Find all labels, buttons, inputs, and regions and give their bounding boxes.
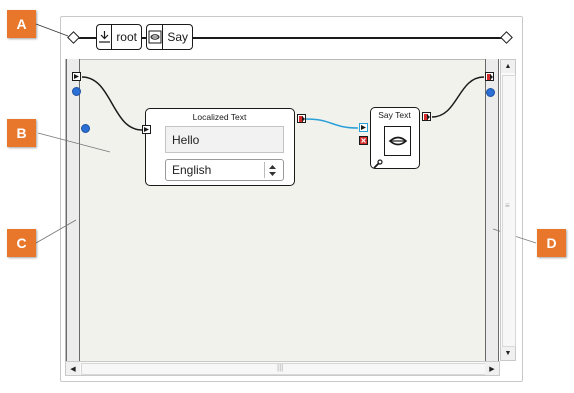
horizontal-scroll-thumb[interactable]: ||| <box>81 363 486 375</box>
input-to-localized-link <box>81 76 143 131</box>
say-text-onstop-port[interactable] <box>359 136 368 145</box>
scroll-left-button[interactable]: ◀ <box>66 362 80 375</box>
vertical-scrollbar[interactable]: ▲ ≡ ▼ <box>500 59 516 361</box>
callout-d: D <box>537 229 566 257</box>
scroll-right-button[interactable]: ▶ <box>485 362 499 375</box>
localized-text-box[interactable]: Localized Text Hello English <box>145 108 295 186</box>
callout-a-leader <box>35 23 69 37</box>
add-output-icon[interactable] <box>486 88 495 97</box>
callout-a: A <box>7 10 36 38</box>
vertical-scroll-thumb[interactable]: ≡ <box>502 75 516 347</box>
saytext-to-output-link <box>431 76 485 118</box>
vertical-grip-icon: ≡ <box>505 201 510 210</box>
localized-text-input-port[interactable] <box>142 125 151 134</box>
localized-to-saytext-link <box>305 118 359 129</box>
flow-input-port[interactable] <box>72 72 81 81</box>
localized-text-title: Localized Text <box>192 112 247 122</box>
wrench-icon[interactable] <box>373 156 383 169</box>
connections-layer <box>35 23 537 244</box>
say-text-output-port[interactable] <box>422 112 431 121</box>
say-text-box[interactable]: Say Text <box>370 107 420 169</box>
flow-output-port[interactable] <box>485 72 494 81</box>
localized-text-output-port[interactable] <box>297 114 306 123</box>
scroll-down-button[interactable]: ▼ <box>501 347 515 360</box>
language-select[interactable]: English <box>165 159 284 181</box>
horizontal-grip-icon: ||| <box>277 363 284 372</box>
callout-c-leader <box>35 219 77 244</box>
mouth-icon <box>384 126 411 156</box>
callout-b-leader <box>37 132 111 153</box>
scroll-up-button[interactable]: ▲ <box>501 60 515 73</box>
add-input-icon[interactable] <box>72 87 81 96</box>
callout-c: C <box>7 229 36 257</box>
text-value-field[interactable]: Hello <box>165 126 284 153</box>
say-text-title: Say Text <box>378 110 411 120</box>
updown-arrows-icon <box>264 162 279 178</box>
add-parameter-icon[interactable] <box>81 124 90 133</box>
language-select-value: English <box>172 163 212 177</box>
horizontal-scrollbar[interactable]: ◀ ||| ▶ <box>65 361 500 376</box>
callout-b: B <box>7 119 36 147</box>
say-text-onstart-port[interactable] <box>359 123 368 132</box>
